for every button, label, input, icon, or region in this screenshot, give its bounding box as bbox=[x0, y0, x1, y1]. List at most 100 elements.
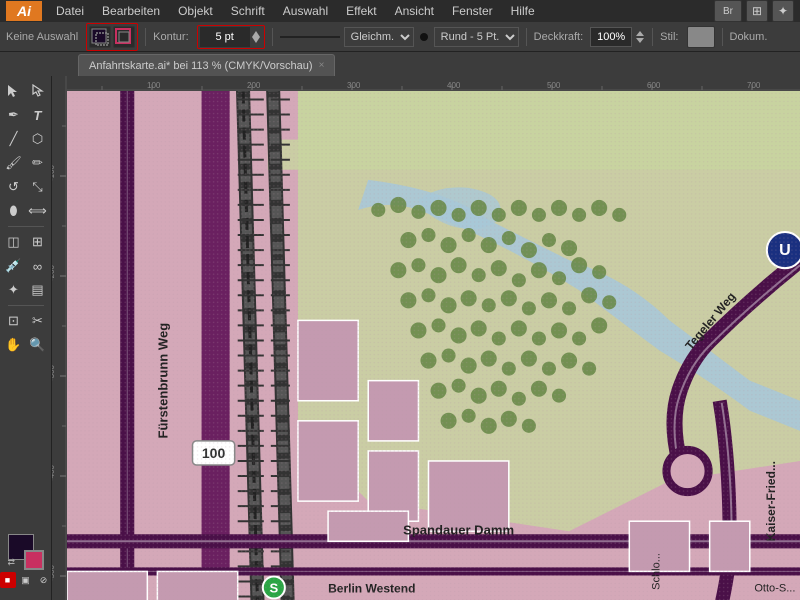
warp-tool-group: ⬮ ⟺ bbox=[3, 200, 49, 222]
mesh-tool[interactable]: ⊞ bbox=[27, 231, 49, 253]
fill-button[interactable] bbox=[89, 26, 111, 48]
blend-tool[interactable]: ∞ bbox=[27, 255, 49, 277]
tab-close-button[interactable]: × bbox=[319, 60, 325, 71]
paintbrush-tool[interactable]: 🖌 bbox=[3, 152, 25, 174]
artboard-tool[interactable]: ⊡ bbox=[3, 310, 25, 332]
gradient-tool[interactable]: ◫ bbox=[3, 231, 25, 253]
rotate-tool-group: ↺ ⤡ bbox=[3, 176, 49, 198]
direct-selection-tool[interactable] bbox=[27, 80, 49, 102]
menu-schrift[interactable]: Schrift bbox=[223, 2, 273, 20]
svg-text:-200: -200 bbox=[52, 264, 56, 281]
deckkraft-group: Deckkraft: bbox=[534, 27, 646, 47]
tool-separator-1 bbox=[8, 226, 44, 227]
stroke-width-arrows[interactable] bbox=[250, 29, 262, 45]
stroke-color-box[interactable] bbox=[24, 550, 44, 570]
eyedropper-tool-group: 💉 ∞ bbox=[3, 255, 49, 277]
tab-bar: Anfahrtskarte.ai* bei 113 % (CMYK/Vorsch… bbox=[0, 52, 800, 76]
menu-bar: Ai Datei Bearbeiten Objekt Schrift Auswa… bbox=[0, 0, 800, 22]
menu-bearbeiten[interactable]: Bearbeiten bbox=[94, 2, 168, 20]
zoom-tool[interactable]: 🔍 bbox=[27, 334, 49, 356]
pencil-tool[interactable]: ✏ bbox=[27, 152, 49, 174]
svg-text:-100: -100 bbox=[52, 164, 56, 181]
workspace-button[interactable]: ✦ bbox=[772, 0, 794, 22]
eyedropper-tool[interactable]: 💉 bbox=[3, 255, 25, 277]
horizontal-ruler: 100 200 300 400 500 600 700 bbox=[52, 76, 800, 91]
separator-4 bbox=[652, 28, 653, 46]
main-area: ✒ T ╱ ⬡ 🖌 ✏ ↺ ⤡ ⬮ ⟺ ◫ ⊞ 💉 ∞ ✦ ▤ bbox=[0, 76, 800, 600]
separator-1 bbox=[145, 28, 146, 46]
map-content[interactable]: U bbox=[67, 91, 800, 600]
artboard-tool-group: ⊡ ✂ bbox=[3, 310, 49, 332]
menu-effekt[interactable]: Effekt bbox=[338, 2, 384, 20]
svg-text:-400: -400 bbox=[52, 464, 56, 481]
deckkraft-arrows[interactable] bbox=[635, 29, 645, 45]
cap-style-select[interactable]: Rund - 5 Pt. bbox=[434, 27, 519, 47]
shape-tool[interactable]: ⬡ bbox=[27, 128, 49, 150]
deckkraft-label: Deckkraft: bbox=[534, 31, 584, 43]
menu-fenster[interactable]: Fenster bbox=[444, 2, 501, 20]
stroke-style-select[interactable]: Gleichm. bbox=[344, 27, 414, 47]
line-tool[interactable]: ╱ bbox=[3, 128, 25, 150]
column-graph-tool[interactable]: ▤ bbox=[27, 279, 49, 301]
dokument-label: Dokum. bbox=[730, 31, 768, 43]
color-box-area: ⇄ ■ ▣ ⊘ bbox=[0, 534, 52, 596]
selection-tool-group bbox=[3, 80, 49, 102]
vertical-ruler: -100 -200 -300 -400 -500 bbox=[52, 76, 67, 600]
menu-datei[interactable]: Datei bbox=[48, 2, 92, 20]
hand-tool-group: ✋ 🔍 bbox=[3, 334, 49, 356]
stil-label: Stil: bbox=[660, 31, 678, 43]
stroke-button[interactable] bbox=[113, 26, 135, 48]
arrange-button[interactable]: ⊞ bbox=[746, 0, 768, 22]
svg-text:-300: -300 bbox=[52, 364, 56, 381]
app-logo: Ai bbox=[6, 1, 42, 21]
svg-text:200: 200 bbox=[247, 81, 261, 90]
symbol-tool-group: ✦ ▤ bbox=[3, 279, 49, 301]
document-tab[interactable]: Anfahrtskarte.ai* bei 113 % (CMYK/Vorsch… bbox=[78, 54, 335, 76]
gradient-mode-button[interactable]: ▣ bbox=[18, 572, 34, 588]
brush-tool-group: 🖌 ✏ bbox=[3, 152, 49, 174]
none-mode-button[interactable]: ⊘ bbox=[36, 572, 52, 588]
line-tool-group: ╱ ⬡ bbox=[3, 128, 49, 150]
scale-tool[interactable]: ⤡ bbox=[27, 176, 49, 198]
svg-text:500: 500 bbox=[547, 81, 561, 90]
stroke-line bbox=[280, 36, 340, 38]
left-toolbar: ✒ T ╱ ⬡ 🖌 ✏ ↺ ⤡ ⬮ ⟺ ◫ ⊞ 💉 ∞ ✦ ▤ bbox=[0, 76, 52, 600]
gradient-tool-group: ◫ ⊞ bbox=[3, 231, 49, 253]
svg-text:400: 400 bbox=[447, 81, 461, 90]
menu-ansicht[interactable]: Ansicht bbox=[387, 2, 442, 20]
separator-3 bbox=[526, 28, 527, 46]
bridge-button[interactable]: Br bbox=[714, 0, 742, 22]
swap-colors-button[interactable]: ⇄ bbox=[8, 557, 16, 568]
type-tool[interactable]: T bbox=[27, 104, 49, 126]
fill-stroke-boxes: ⇄ bbox=[8, 534, 44, 570]
color-mode-button[interactable]: ■ bbox=[0, 572, 16, 588]
stil-box[interactable] bbox=[687, 26, 715, 48]
kontur-label: Kontur: bbox=[153, 31, 188, 43]
pen-tool[interactable]: ✒ bbox=[3, 104, 25, 126]
menu-auswahl[interactable]: Auswahl bbox=[275, 2, 336, 20]
stroke-width-input[interactable] bbox=[200, 27, 250, 47]
hand-tool[interactable]: ✋ bbox=[3, 334, 25, 356]
warp-tool[interactable]: ⬮ bbox=[3, 200, 25, 222]
svg-text:600: 600 bbox=[647, 81, 661, 90]
rotate-tool[interactable]: ↺ bbox=[3, 176, 25, 198]
svg-text:700: 700 bbox=[747, 81, 761, 90]
symbol-tool[interactable]: ✦ bbox=[3, 279, 25, 301]
svg-text:100: 100 bbox=[147, 81, 161, 90]
deckkraft-input[interactable] bbox=[590, 27, 632, 47]
tab-title: Anfahrtskarte.ai* bei 113 % (CMYK/Vorsch… bbox=[89, 60, 313, 72]
separator-2 bbox=[272, 28, 273, 46]
slice-tool[interactable]: ✂ bbox=[27, 310, 49, 332]
svg-text:300: 300 bbox=[347, 81, 361, 90]
separator-5 bbox=[722, 28, 723, 46]
tool-separator-2 bbox=[8, 305, 44, 306]
selection-tool[interactable] bbox=[3, 80, 25, 102]
menu-objekt[interactable]: Objekt bbox=[170, 2, 221, 20]
stroke-color-indicator bbox=[420, 33, 428, 41]
svg-text:-500: -500 bbox=[52, 564, 56, 581]
color-mode-row: ■ ▣ ⊘ bbox=[0, 572, 52, 588]
menu-hilfe[interactable]: Hilfe bbox=[503, 2, 543, 20]
canvas-area[interactable]: 100 200 300 400 500 600 700 bbox=[52, 76, 800, 600]
options-toolbar: Keine Auswahl Kontur: Gleichm. Rund bbox=[0, 22, 800, 52]
width-tool[interactable]: ⟺ bbox=[27, 200, 49, 222]
